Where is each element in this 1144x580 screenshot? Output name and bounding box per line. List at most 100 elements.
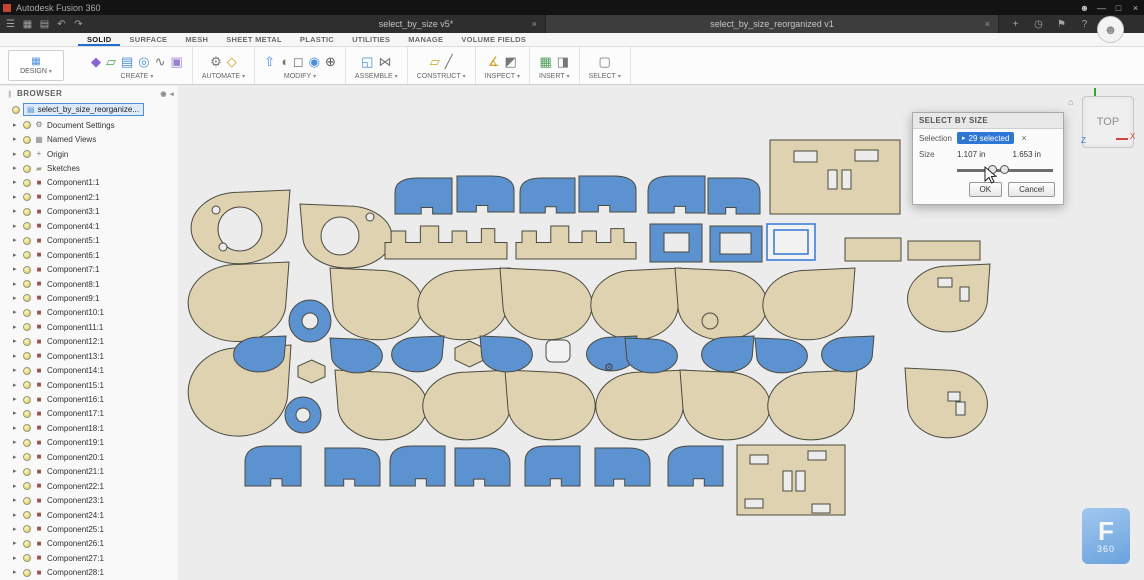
browser-item-component[interactable]: ▸■Component4:1 — [0, 219, 178, 233]
toolbar-group-label[interactable]: CONSTRUCT▾ — [417, 73, 466, 80]
job-status-icon[interactable]: ◷ — [1030, 19, 1047, 30]
visibility-bulb-icon[interactable] — [23, 468, 31, 476]
visibility-bulb-icon[interactable] — [23, 266, 31, 274]
canvas-shape[interactable] — [822, 336, 874, 372]
visibility-bulb-icon[interactable] — [23, 453, 31, 461]
expand-arrow-icon[interactable]: ▸ — [13, 540, 20, 547]
canvas-shape[interactable] — [516, 226, 636, 259]
browser-item-component[interactable]: ▸■Component17:1 — [0, 407, 178, 421]
canvas-shape[interactable] — [855, 150, 878, 161]
expand-arrow-icon[interactable]: ▸ — [13, 468, 20, 475]
browser-item-component[interactable]: ▸■Component3:1 — [0, 205, 178, 219]
visibility-bulb-icon[interactable] — [23, 309, 31, 317]
size-min-input[interactable] — [957, 150, 997, 159]
canvas-shape[interactable] — [455, 448, 510, 486]
ribbon-tab-solid[interactable]: SOLID — [78, 33, 120, 46]
canvas-shape[interactable] — [245, 446, 301, 486]
expand-arrow-icon[interactable]: ▸ — [13, 295, 20, 302]
browser-item-component[interactable]: ▸■Component22:1 — [0, 479, 178, 493]
expand-arrow-icon[interactable]: ▸ — [13, 454, 20, 461]
canvas-shape[interactable] — [750, 455, 768, 464]
modify-fillet-icon[interactable]: ◖ — [280, 55, 288, 68]
browser-root-row[interactable]: ▤ select_by_size_reorganize... — [0, 101, 178, 118]
toolbar-group-label[interactable]: INSERT▾ — [539, 73, 570, 80]
expand-arrow-icon[interactable]: ▸ — [13, 324, 20, 331]
canvas-shape[interactable] — [905, 368, 987, 438]
select-window-icon[interactable]: ▢ — [599, 55, 611, 68]
inspect-section-icon[interactable]: ◩ — [505, 55, 517, 68]
expand-arrow-icon[interactable]: ▸ — [13, 410, 20, 417]
visibility-bulb-icon[interactable] — [23, 554, 31, 562]
canvas-shape[interactable] — [296, 408, 310, 422]
browser-pin-icon[interactable]: ◉ — [160, 90, 167, 98]
browser-item-component[interactable]: ▸■Component19:1 — [0, 436, 178, 450]
modify-move-icon[interactable]: ⊕ — [325, 55, 336, 68]
ribbon-tab-mesh[interactable]: MESH — [176, 33, 217, 46]
canvas-shape[interactable] — [708, 178, 760, 214]
file-menu-icon[interactable]: ☰ — [2, 19, 19, 30]
automate-configure-icon[interactable]: ⚙ — [210, 55, 222, 68]
user-avatar[interactable]: ☻ — [1097, 16, 1124, 43]
canvas-shape[interactable] — [908, 264, 990, 332]
visibility-bulb-icon[interactable] — [23, 294, 31, 302]
canvas-shape[interactable] — [745, 499, 763, 508]
canvas-shape[interactable] — [591, 268, 681, 340]
visibility-bulb-icon[interactable] — [23, 540, 31, 548]
visibility-bulb-icon[interactable] — [23, 150, 31, 158]
assemble-new-component-icon[interactable]: ◱ — [361, 55, 373, 68]
expand-arrow-icon[interactable]: ▸ — [13, 483, 20, 490]
browser-item-component[interactable]: ▸■Component23:1 — [0, 493, 178, 507]
close-icon[interactable]: × — [1127, 3, 1144, 13]
canvas-shape[interactable] — [302, 313, 318, 329]
canvas-shape[interactable] — [956, 402, 965, 415]
canvas-shape[interactable] — [505, 370, 595, 440]
ribbon-tab-sheet-metal[interactable]: SHEET METAL — [217, 33, 291, 46]
visibility-bulb-icon[interactable] — [23, 280, 31, 288]
visibility-bulb-icon[interactable] — [23, 525, 31, 533]
canvas-shape[interactable] — [212, 206, 220, 214]
browser-item-document-settings[interactable]: ▸⚙Document Settings — [0, 118, 178, 132]
new-tab-icon[interactable]: + — [1007, 19, 1024, 30]
visibility-bulb-icon[interactable] — [23, 482, 31, 490]
browser-item-component[interactable]: ▸■Component9:1 — [0, 291, 178, 305]
canvas-shape[interactable] — [625, 338, 677, 373]
canvas-shape[interactable] — [500, 268, 592, 340]
visibility-bulb-icon[interactable] — [23, 497, 31, 505]
canvas-shape[interactable] — [828, 170, 837, 189]
visibility-bulb-icon[interactable] — [23, 338, 31, 346]
ribbon-tab-volume-fields[interactable]: VOLUME FIELDS — [452, 33, 535, 46]
canvas-shape[interactable] — [768, 370, 857, 440]
expand-arrow-icon[interactable]: ▸ — [13, 439, 20, 446]
dialog-title[interactable]: SELECT BY SIZE — [913, 113, 1063, 129]
browser-item-component[interactable]: ▸■Component20:1 — [0, 450, 178, 464]
viewcube[interactable]: TOP — [1082, 96, 1134, 148]
expand-arrow-icon[interactable]: ▸ — [13, 179, 20, 186]
browser-item-component[interactable]: ▸■Component16:1 — [0, 392, 178, 406]
browser-item-component[interactable]: ▸■Component14:1 — [0, 363, 178, 377]
canvas-shape[interactable] — [298, 360, 325, 383]
canvas-shape[interactable] — [525, 446, 580, 486]
canvas-shape[interactable] — [321, 217, 359, 255]
browser-item-sketches[interactable]: ▸▰Sketches — [0, 161, 178, 175]
create-extrude-icon[interactable]: ▤ — [121, 55, 133, 68]
visibility-bulb-icon[interactable] — [23, 136, 31, 144]
insert-mesh-icon[interactable]: ▦ — [540, 55, 552, 68]
expand-arrow-icon[interactable]: ▸ — [13, 136, 20, 143]
browser-item-component[interactable]: ▸■Component13:1 — [0, 349, 178, 363]
canvas-shape[interactable] — [395, 178, 452, 214]
viewcube-face-label[interactable]: TOP — [1097, 116, 1119, 128]
canvas-shape[interactable] — [325, 448, 380, 486]
maximize-icon[interactable]: □ — [1110, 3, 1127, 13]
canvas-shape[interactable] — [234, 336, 286, 372]
expand-arrow-icon[interactable]: ▸ — [13, 122, 20, 129]
create-sketch-icon[interactable]: ▱ — [106, 55, 116, 68]
cancel-button[interactable]: Cancel — [1008, 182, 1055, 197]
assemble-joint-icon[interactable]: ⋈ — [378, 55, 391, 68]
data-panel-icon[interactable]: ▦ — [19, 19, 36, 30]
visibility-bulb-icon[interactable] — [23, 251, 31, 259]
expand-arrow-icon[interactable]: ▸ — [13, 526, 20, 533]
browser-item-component[interactable]: ▸■Component7:1 — [0, 262, 178, 276]
create-primitives-icon[interactable]: ▣ — [171, 55, 183, 68]
canvas-shape[interactable] — [423, 370, 513, 440]
expand-arrow-icon[interactable]: ▸ — [13, 569, 20, 576]
